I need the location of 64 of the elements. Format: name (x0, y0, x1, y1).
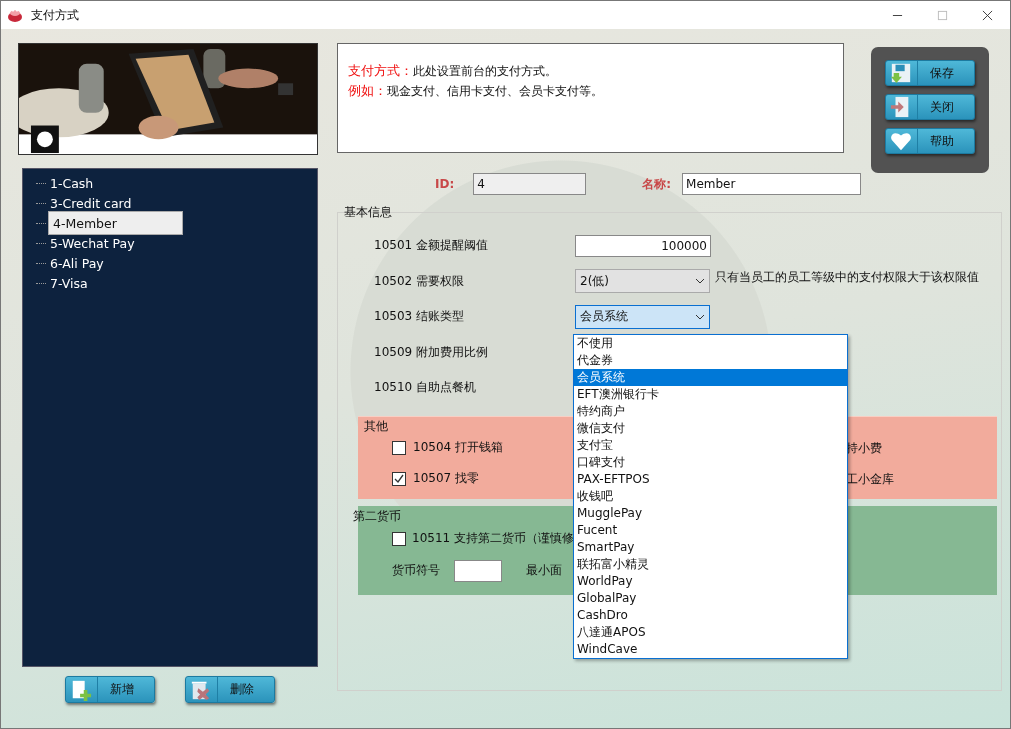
document-plus-icon (70, 678, 92, 701)
dropdown-option[interactable]: 收钱吧 (574, 488, 847, 505)
chevron-icon (695, 278, 705, 285)
info-text: 支付方式：此处设置前台的支付方式。 (348, 62, 558, 80)
chevron-icon (695, 313, 705, 320)
dropdown-option[interactable]: 不使用 (574, 335, 847, 352)
field-label: 10509 附加费用比例 (374, 343, 489, 361)
close-button[interactable]: 关闭 (885, 94, 975, 120)
help-button[interactable]: 帮助 (885, 128, 975, 154)
hint-text: 只有当员工的员工等级中的支付权限大于该权限值 (715, 268, 979, 286)
checkbox[interactable] (392, 531, 406, 546)
section-title: 其他 (364, 417, 388, 435)
checkbox-label: 10504 打开钱箱 (413, 439, 503, 456)
add-button[interactable]: 新增 (65, 676, 155, 703)
dropdown-option[interactable]: WindCave (574, 641, 847, 658)
amount-field[interactable]: 100000 (575, 234, 711, 257)
tree-item[interactable]: 5-Wechat Pay (48, 235, 137, 251)
window-title: 支付方式 (31, 6, 79, 24)
checkbox-label: 10507 找零 (413, 470, 479, 487)
field-label: 最小面 (526, 562, 562, 579)
field-label: 10510 自助点餐机 (374, 379, 477, 397)
tree-item[interactable]: 4-Member (48, 211, 183, 235)
dropdown-option[interactable]: 微信支付 (574, 420, 847, 437)
heart-icon (890, 130, 912, 152)
dropdown-option[interactable]: Fucent (574, 522, 847, 539)
delete-button[interactable]: 删除 (185, 676, 275, 703)
group-title: 基本信息 (344, 204, 393, 221)
dropdown-option[interactable]: 联拓富小精灵 (574, 556, 847, 573)
close-icon[interactable] (982, 9, 993, 21)
app-icon (7, 7, 23, 23)
floppy-icon (890, 62, 912, 84)
tree-item[interactable]: 6-Ali Pay (48, 255, 106, 271)
dropdown-option[interactable]: MugglePay (574, 505, 847, 522)
dropdown[interactable]: 2(低) (575, 269, 710, 294)
dropdown-option[interactable]: 支付宝 (574, 437, 847, 454)
tree-item[interactable]: 3-Credit card (48, 195, 134, 211)
tree-item[interactable]: 7-Visa (48, 275, 90, 291)
checkbox[interactable] (392, 440, 406, 455)
dropdown-option[interactable]: EFT澳洲银行卡 (574, 386, 847, 403)
dropdown-option[interactable]: SmartPay (574, 539, 847, 556)
dropdown-option[interactable]: 特约商户 (574, 403, 847, 420)
dropdown[interactable]: 会员系统 (575, 304, 710, 329)
field-label: 10503 结账类型 (374, 308, 465, 326)
dropdown-option[interactable]: GlobalPay (574, 590, 847, 607)
save-button[interactable]: 保存 (885, 60, 975, 86)
info-text: 例如：现金支付、信用卡支付、会员卡支付等。 (348, 82, 604, 100)
dropdown-option[interactable]: PAX-EFTPOS (574, 471, 847, 488)
dropdown-option[interactable]: WorldPay (574, 573, 847, 590)
name-field[interactable]: Member (682, 173, 862, 195)
checkbox[interactable] (392, 471, 406, 486)
currency-symbol-field[interactable] (454, 559, 502, 582)
field-label: 10502 需要权限 (374, 272, 465, 290)
dropdown-option[interactable]: 会员系统 (574, 369, 847, 386)
checkbox-label: 10511 支持第二货币（谨慎修 (412, 530, 574, 547)
dropdown-option[interactable]: 八達通APOS (574, 624, 847, 641)
section-title: 第二货币 (353, 507, 401, 525)
dropdown-option[interactable]: CashDro (574, 607, 847, 624)
field-label: 10501 金额提醒阈值 (374, 237, 489, 255)
dropdown-option[interactable]: 代金券 (574, 352, 847, 369)
dropdown-option[interactable]: 口碑支付 (574, 454, 847, 471)
tree-item[interactable]: 1-Cash (48, 175, 96, 191)
id-label: ID: (435, 177, 455, 191)
field-label: 货币符号 (392, 562, 440, 579)
name-label: 名称: (642, 175, 672, 193)
